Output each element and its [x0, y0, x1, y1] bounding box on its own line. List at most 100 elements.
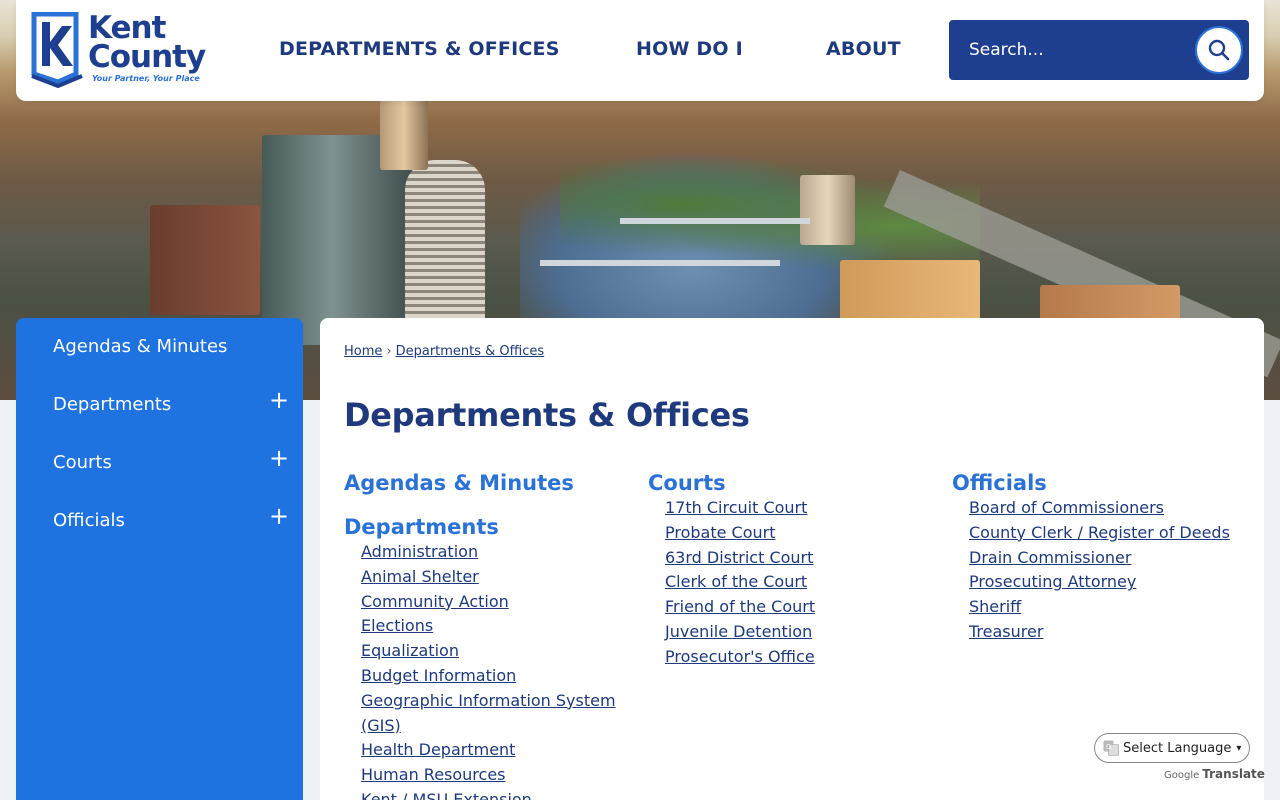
- link-treasurer[interactable]: Treasurer: [969, 622, 1043, 641]
- breadcrumb: Home › Departments & Offices: [344, 344, 544, 359]
- search-box: [949, 20, 1249, 80]
- sidebar-item-label: Departments: [53, 394, 172, 415]
- list-item: Clerk of the Court: [665, 570, 938, 595]
- hero-bridge: [540, 260, 780, 266]
- site-header: Kent County Your Partner, Your Place DEP…: [16, 0, 1264, 101]
- link-budget-information[interactable]: Budget Information: [361, 666, 516, 685]
- breadcrumb-home-link[interactable]: Home: [344, 344, 382, 359]
- column-agendas-departments: Agendas & Minutes Departments Administra…: [344, 470, 634, 800]
- search-icon: [1208, 39, 1230, 61]
- heading-link-officials[interactable]: Officials: [952, 470, 1252, 496]
- list-item: Probate Court: [665, 521, 938, 546]
- expand-plus-icon[interactable]: +: [267, 504, 291, 528]
- google-translate-icon: G: [1103, 740, 1119, 756]
- list-item: Treasurer: [969, 620, 1252, 645]
- link-prosecuting-attorney[interactable]: Prosecuting Attorney: [969, 572, 1136, 591]
- google-label: Google: [1164, 770, 1200, 781]
- list-item: Health Department: [361, 738, 634, 763]
- hero-bridge: [620, 218, 810, 224]
- heading-link-agendas-minutes[interactable]: Agendas & Minutes: [344, 470, 634, 496]
- list-item: Elections: [361, 614, 634, 639]
- powered-by-google-translate[interactable]: Google Translate: [1164, 767, 1265, 781]
- nav-about[interactable]: ABOUT: [826, 38, 901, 60]
- link-administration[interactable]: Administration: [361, 542, 478, 561]
- list-item: Geographic Information System (GIS): [361, 689, 634, 739]
- link-equalization[interactable]: Equalization: [361, 641, 459, 660]
- link-gis[interactable]: Geographic Information System (GIS): [361, 691, 616, 735]
- list-item: Board of Commissioners: [969, 496, 1252, 521]
- link-kent-msu-extension[interactable]: Kent / MSU Extension: [361, 790, 532, 800]
- translate-label: Translate: [1202, 767, 1265, 781]
- list-item: Community Action: [361, 590, 634, 615]
- list-item: Sheriff: [969, 595, 1252, 620]
- link-prosecutors-office[interactable]: Prosecutor's Office: [665, 647, 815, 666]
- sidebar-item-courts[interactable]: Courts +: [16, 434, 303, 492]
- link-17th-circuit-court[interactable]: 17th Circuit Court: [665, 498, 807, 517]
- courts-link-list: 17th Circuit Court Probate Court 63rd Di…: [665, 496, 938, 670]
- link-county-clerk-register-of-deeds[interactable]: County Clerk / Register of Deeds: [969, 523, 1230, 542]
- site-logo[interactable]: Kent County Your Partner, Your Place: [30, 10, 220, 90]
- logo-tagline: Your Partner, Your Place: [92, 74, 200, 83]
- officials-link-list: Board of Commissioners County Clerk / Re…: [969, 496, 1252, 645]
- departments-link-list: Administration Animal Shelter Community …: [361, 540, 634, 800]
- list-item: Drain Commissioner: [969, 546, 1252, 571]
- breadcrumb-current-link[interactable]: Departments & Offices: [396, 344, 545, 359]
- kent-county-logo-icon: [31, 12, 83, 88]
- logo-word-county: County: [88, 38, 206, 75]
- language-select[interactable]: G Select Language ▾: [1094, 733, 1250, 763]
- page-title: Departments & Offices: [344, 396, 750, 434]
- column-courts: Courts 17th Circuit Court Probate Court …: [648, 470, 938, 670]
- link-sheriff[interactable]: Sheriff: [969, 597, 1021, 616]
- link-clerk-of-the-court[interactable]: Clerk of the Court: [665, 572, 807, 591]
- sidebar-item-departments[interactable]: Departments +: [16, 376, 303, 434]
- link-board-of-commissioners[interactable]: Board of Commissioners: [969, 498, 1164, 517]
- column-officials: Officials Board of Commissioners County …: [952, 470, 1252, 645]
- hero-building: [840, 260, 980, 320]
- link-human-resources[interactable]: Human Resources: [361, 765, 506, 784]
- main-content: Home › Departments & Offices Departments &…: [320, 318, 1264, 800]
- link-health-department[interactable]: Health Department: [361, 740, 515, 759]
- search-button[interactable]: [1195, 26, 1243, 74]
- nav-departments-offices[interactable]: DEPARTMENTS & OFFICES: [279, 38, 560, 60]
- link-elections[interactable]: Elections: [361, 616, 433, 635]
- sidebar-item-agendas-minutes[interactable]: Agendas & Minutes: [16, 318, 303, 376]
- list-item: Animal Shelter: [361, 565, 634, 590]
- hero-building: [150, 205, 260, 315]
- link-probate-court[interactable]: Probate Court: [665, 523, 776, 542]
- hero-building: [800, 175, 855, 245]
- language-select-label: Select Language: [1123, 740, 1232, 756]
- breadcrumb-separator: ›: [386, 344, 392, 359]
- list-item: Administration: [361, 540, 634, 565]
- link-juvenile-detention[interactable]: Juvenile Detention: [665, 622, 812, 641]
- list-item: Prosecutor's Office: [665, 645, 938, 670]
- list-item: 63rd District Court: [665, 546, 938, 571]
- list-item: Budget Information: [361, 664, 634, 689]
- list-item: Juvenile Detention: [665, 620, 938, 645]
- expand-plus-icon[interactable]: +: [267, 446, 291, 470]
- link-drain-commissioner[interactable]: Drain Commissioner: [969, 548, 1131, 567]
- list-item: Kent / MSU Extension: [361, 788, 634, 800]
- sidebar-item-officials[interactable]: Officials +: [16, 492, 303, 550]
- heading-link-departments[interactable]: Departments: [344, 514, 634, 540]
- sidebar-item-label: Courts: [53, 452, 112, 473]
- heading-link-courts[interactable]: Courts: [648, 470, 938, 496]
- link-63rd-district-court[interactable]: 63rd District Court: [665, 548, 813, 567]
- list-item: Friend of the Court: [665, 595, 938, 620]
- sidebar-nav: Agendas & Minutes Departments + Courts +…: [16, 318, 303, 800]
- chevron-down-icon: ▾: [1236, 742, 1242, 754]
- list-item: County Clerk / Register of Deeds: [969, 521, 1252, 546]
- list-item: Prosecuting Attorney: [969, 570, 1252, 595]
- sidebar-item-label: Agendas & Minutes: [53, 336, 228, 357]
- search-input[interactable]: [949, 20, 1194, 80]
- expand-plus-icon[interactable]: +: [267, 388, 291, 412]
- link-community-action[interactable]: Community Action: [361, 592, 509, 611]
- link-animal-shelter[interactable]: Animal Shelter: [361, 567, 479, 586]
- list-item: Equalization: [361, 639, 634, 664]
- list-item: 17th Circuit Court: [665, 496, 938, 521]
- sidebar-item-label: Officials: [53, 510, 125, 531]
- nav-how-do-i[interactable]: HOW DO I: [636, 38, 743, 60]
- list-item: Human Resources: [361, 763, 634, 788]
- svg-text:G: G: [1106, 743, 1111, 751]
- logo-wordmark: Kent County: [88, 13, 206, 75]
- link-friend-of-the-court[interactable]: Friend of the Court: [665, 597, 815, 616]
